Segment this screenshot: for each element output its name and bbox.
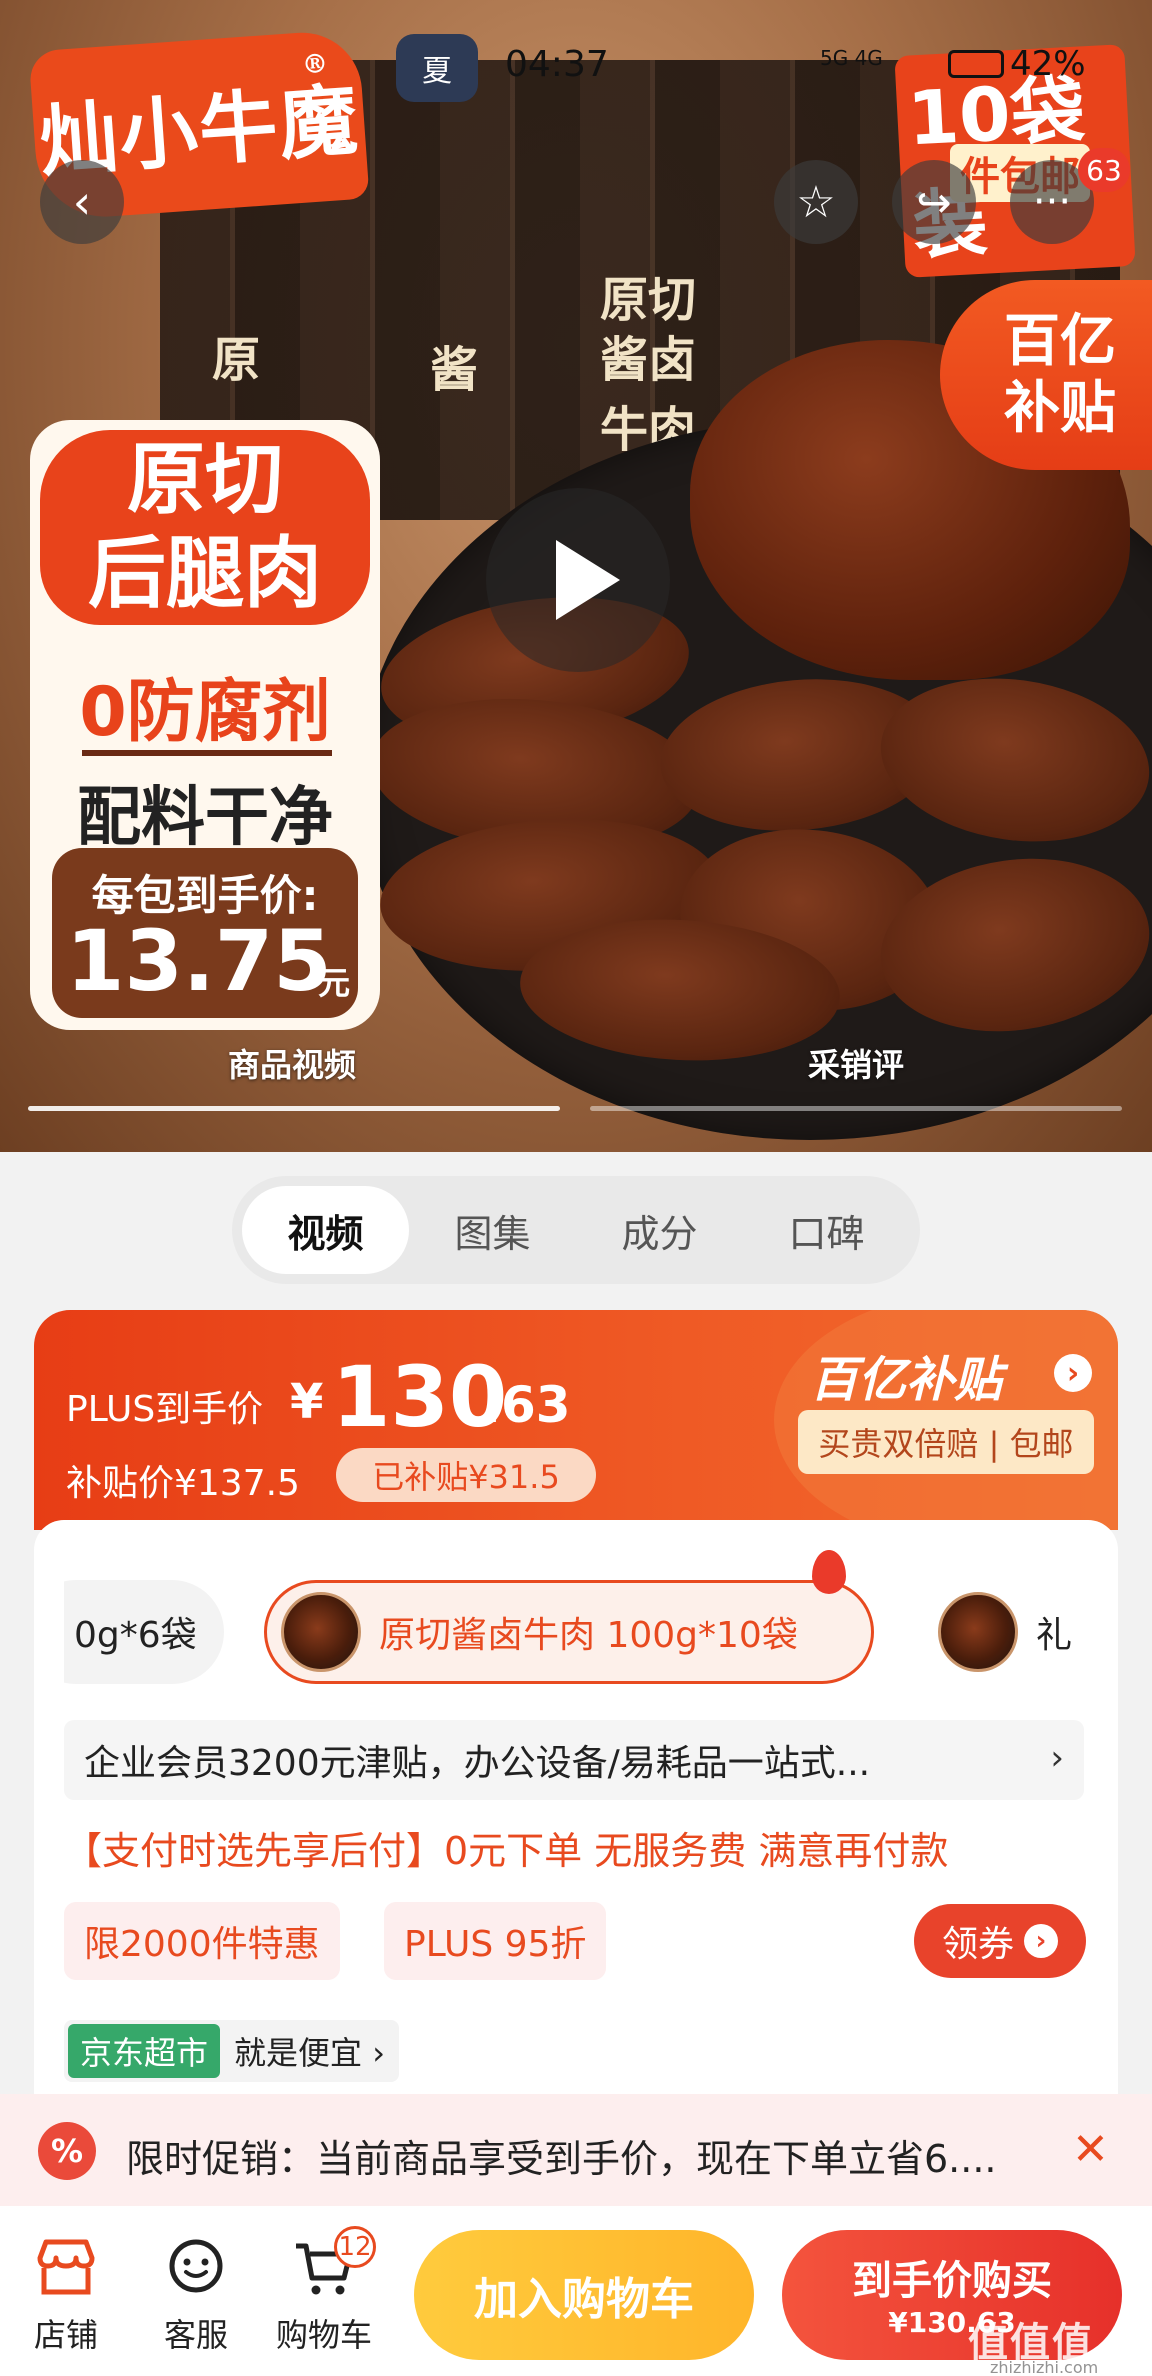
product-options-section: 0g*6袋 原切酱卤牛肉 100g*10袋 礼 企业会员3200元津贴，办公设备… bbox=[34, 1520, 1118, 2100]
variant-selector: 0g*6袋 原切酱卤牛肉 100g*10袋 礼 bbox=[64, 1580, 1114, 1690]
guarantee-tag: 买贵双倍赔 | 包邮 bbox=[798, 1410, 1094, 1474]
close-icon[interactable]: ✕ bbox=[1072, 2124, 1109, 2175]
store-icon bbox=[31, 2236, 101, 2300]
limited-deal-chip: 限2000件特惠 bbox=[64, 1902, 340, 1980]
signal-icon: 5G 4G bbox=[820, 46, 883, 70]
plus-discount-chip: PLUS 95折 bbox=[384, 1902, 607, 1980]
feature-clean-ingredients: 配料干净 bbox=[77, 781, 333, 855]
variant-option-selected[interactable]: 原切酱卤牛肉 100g*10袋 bbox=[264, 1580, 874, 1684]
variant-option[interactable]: 0g*6袋 bbox=[64, 1580, 224, 1684]
chevron-right-icon: › bbox=[1024, 1924, 1058, 1958]
billion-subsidy-link[interactable]: 百亿补贴 bbox=[810, 1340, 1002, 1410]
promotion-banner[interactable]: % 限时促销：当前商品享受到手价，现在下单立省6.... ✕ bbox=[0, 2094, 1152, 2206]
feature-no-preservative: 0防腐剂 bbox=[79, 673, 331, 752]
chevron-right-icon[interactable]: › bbox=[1054, 1354, 1092, 1392]
pack-label: 原 bbox=[212, 332, 261, 388]
jd-supermarket-tag: 京东超市 bbox=[68, 2024, 221, 2078]
subsidy-badge: 百亿 补贴 bbox=[940, 280, 1152, 470]
tab-ingredients[interactable]: 成分 bbox=[576, 1186, 743, 1274]
price-card: PLUS到手价 ¥ 130 .63 补贴价¥137.5 已补贴¥31.5 百亿补… bbox=[34, 1310, 1118, 1530]
subsidized-amount-chip: 已补贴¥31.5 bbox=[336, 1448, 596, 1502]
chat-smile-icon bbox=[161, 2236, 231, 2300]
variant-thumbnail bbox=[938, 1592, 1018, 1672]
promotion-text: 限时促销：当前商品享受到手价，现在下单立省6.... bbox=[126, 2137, 997, 2181]
tab-reputation[interactable]: 口碑 bbox=[743, 1186, 910, 1274]
get-coupon-button[interactable]: 领券 › bbox=[914, 1904, 1086, 1978]
product-image-carousel[interactable]: 原 酱 原切 酱卤 牛肉 灿小牛魔 ® 10袋装 件包邮 百亿 补贴 原切 后腿… bbox=[0, 0, 1152, 1152]
plus-price-label: PLUS到手价 bbox=[66, 1389, 264, 1430]
shop-button[interactable]: 店铺 bbox=[6, 2236, 126, 2356]
battery-icon bbox=[948, 50, 1004, 78]
status-time: 04:37 bbox=[505, 44, 609, 85]
battery-level: 42% bbox=[1010, 44, 1086, 84]
discount-icon: % bbox=[38, 2122, 96, 2180]
variant-thumbnail bbox=[281, 1592, 361, 1672]
message-count-badge: 63 bbox=[1078, 148, 1130, 192]
currency-symbol: ¥ bbox=[290, 1374, 324, 1430]
pack-label: 酱 bbox=[430, 342, 479, 398]
media-tabs: 视频 图集 成分 口碑 bbox=[232, 1176, 920, 1284]
share-icon[interactable]: ↪ bbox=[892, 160, 976, 244]
add-to-cart-button[interactable]: 加入购物车 bbox=[414, 2230, 754, 2360]
cart-count-badge: 12 bbox=[334, 2226, 376, 2268]
tab-gallery[interactable]: 图集 bbox=[409, 1186, 576, 1274]
tab-video[interactable]: 视频 bbox=[242, 1186, 409, 1274]
customer-service-button[interactable]: 客服 bbox=[136, 2236, 256, 2356]
subsidy-price: 补贴价¥137.5 bbox=[66, 1463, 300, 1504]
product-highlight-panel: 原切 后腿肉 0防腐剂 配料干净 每包到手价: 13.75 元 bbox=[30, 420, 380, 1030]
caption-buyer-review[interactable]: 采销评 bbox=[808, 1040, 904, 1086]
status-bar: 夏 04:37 5G 4G 42% bbox=[0, 0, 1152, 130]
price-decimal: .63 bbox=[482, 1376, 571, 1434]
jd-slogan: 就是便宜 › bbox=[234, 2034, 385, 2072]
caption-product-video[interactable]: 商品视频 bbox=[228, 1040, 356, 1086]
pay-later-info[interactable]: 【支付时选先享后付】0元下单 无服务费 满意再付款 bbox=[64, 1820, 948, 1875]
enterprise-member-banner[interactable]: 企业会员3200元津贴，办公设备/易耗品一站式... › bbox=[64, 1720, 1084, 1800]
back-icon[interactable]: ‹ bbox=[40, 160, 124, 244]
video-play-button[interactable] bbox=[486, 488, 670, 672]
chevron-right-icon: › bbox=[1050, 1738, 1064, 1778]
app-notification-icon: 夏 bbox=[396, 34, 478, 102]
pack-label: 酱卤 bbox=[600, 332, 697, 388]
variant-option[interactable]: 礼 bbox=[924, 1580, 1114, 1684]
per-pack-price-box: 每包到手价: 13.75 元 bbox=[52, 848, 358, 1018]
favorite-star-icon[interactable]: ☆ bbox=[774, 160, 858, 244]
watermark-url: zhizhizhi.com bbox=[990, 2358, 1099, 2376]
hot-flame-icon bbox=[812, 1550, 846, 1594]
jd-supermarket-row[interactable]: 京东超市 就是便宜 › bbox=[64, 2020, 399, 2082]
review-progress-bar bbox=[590, 1106, 1122, 1111]
video-progress-bar bbox=[28, 1106, 560, 1111]
